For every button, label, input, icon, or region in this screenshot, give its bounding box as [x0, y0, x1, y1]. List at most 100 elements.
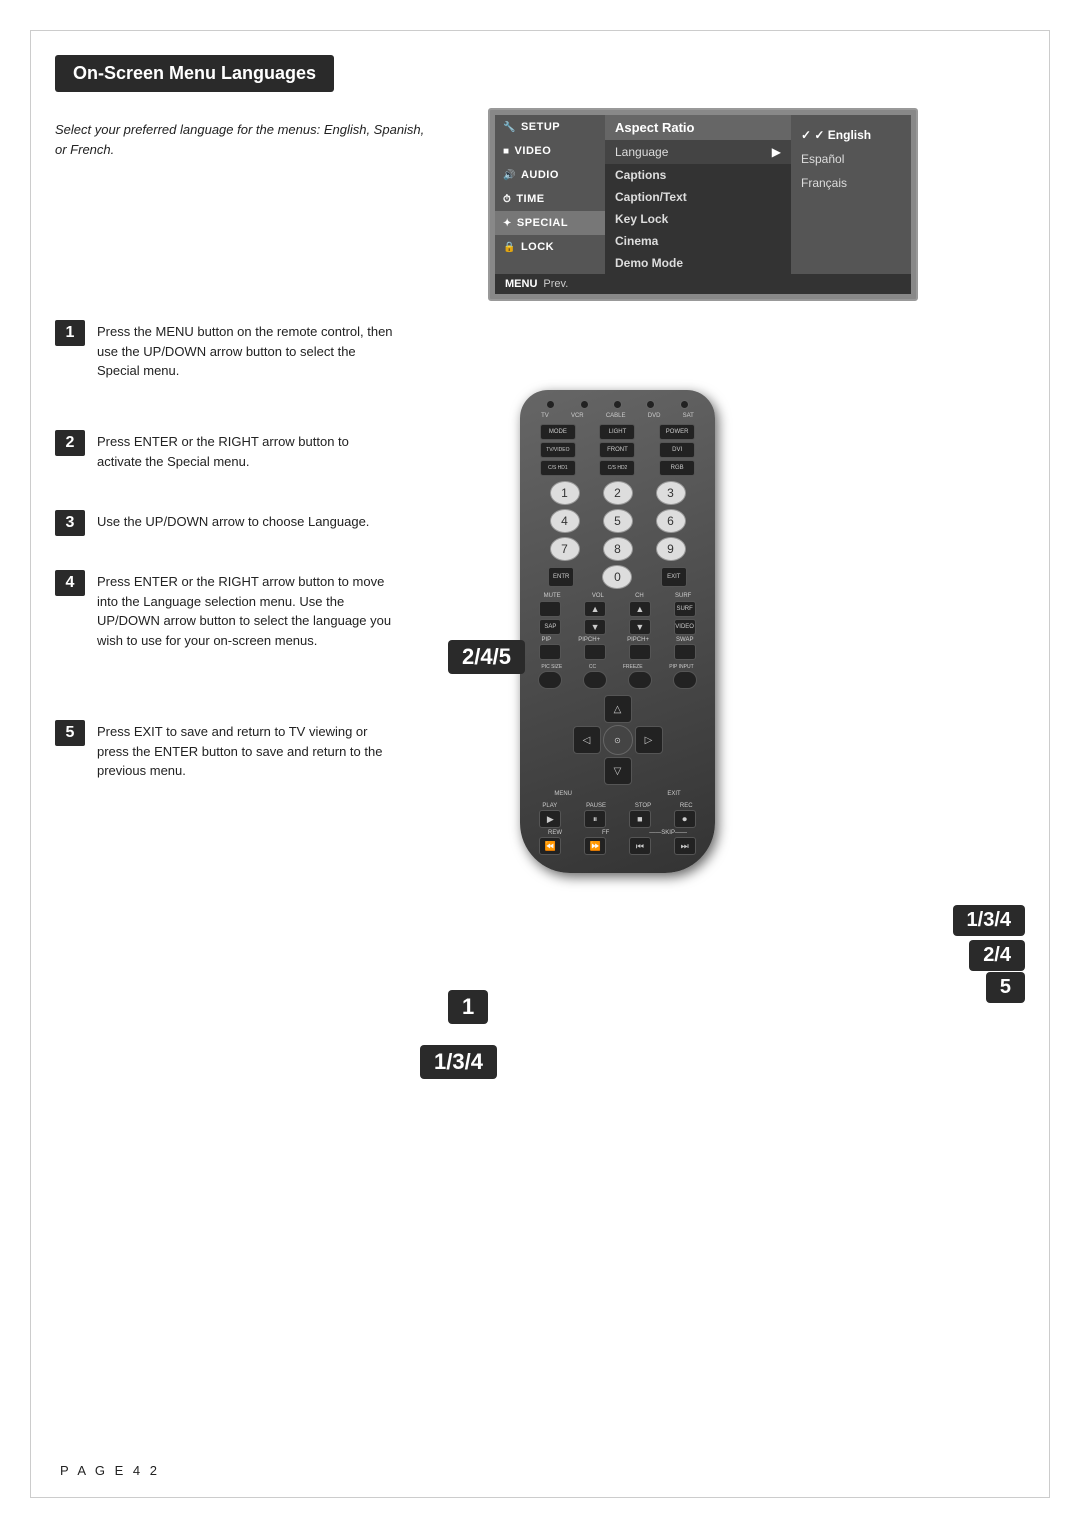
footer-prev-label: Prev. [543, 278, 568, 290]
language-label: Language [615, 145, 668, 159]
remote-cshd2-btn[interactable]: C/S HD2 [599, 460, 635, 476]
remote-pipinput-label: PIP INPUT [669, 664, 693, 670]
remote-num-1[interactable]: 1 [550, 481, 580, 505]
remote-surf-btn[interactable]: SURF [674, 601, 696, 617]
remote-down-btn[interactable]: ▽ [604, 757, 632, 785]
remote-num-3[interactable]: 3 [656, 481, 686, 505]
remote-menu-label: MENU [554, 791, 572, 797]
remote-pause-btn[interactable]: ⏸ [584, 810, 606, 828]
page-title: On-Screen Menu Languages [73, 63, 316, 83]
menu-aspect-ratio: Aspect Ratio [605, 115, 791, 140]
footer-menu-label: MENU [505, 278, 537, 290]
tv-submenu: ✓ English Español Français [791, 115, 911, 274]
remote-rec-label: REC [680, 803, 693, 809]
tv-menu-footer: MENU Prev. [495, 274, 911, 294]
remote-center-btn[interactable]: ⊙ [603, 725, 633, 755]
submenu-english: ✓ English [791, 123, 911, 147]
callout-badge-24-right: 2/4 [969, 940, 1025, 971]
remote-enter-btn[interactable]: ENTR [548, 567, 574, 587]
remote-surf-label: SURF [675, 593, 691, 599]
remote-dot-cable [613, 400, 622, 409]
remote-num-8[interactable]: 8 [603, 537, 633, 561]
menu-captions: Captions [605, 164, 791, 186]
step-5-num: 5 [55, 720, 85, 746]
remote-vol-up-btn[interactable]: ▲ [584, 601, 606, 617]
step-3-num: 3 [55, 510, 85, 536]
remote-label-tv: TV [541, 413, 549, 419]
remote-num-6[interactable]: 6 [656, 509, 686, 533]
remote-pipch2-btn[interactable] [629, 644, 651, 660]
step-5: 5 Press EXIT to save and return to TV vi… [55, 720, 397, 781]
remote-num-7[interactable]: 7 [550, 537, 580, 561]
remote-stop-btn[interactable]: ■ [629, 810, 651, 828]
remote-num-2[interactable]: 2 [603, 481, 633, 505]
remote-ch-dn-btn[interactable]: ▼ [629, 619, 651, 635]
step-5-text: Press EXIT to save and return to TV view… [97, 720, 397, 781]
remote-left-btn[interactable]: ◁ [573, 726, 601, 754]
remote-video-btn[interactable]: VIDEO [674, 619, 696, 635]
callout-badge-5-right: 5 [986, 972, 1025, 1003]
remote-mute-label: MUTE [544, 593, 561, 599]
audio-label: AUDIO [521, 169, 559, 181]
remote-exit-btn[interactable]: EXIT [661, 567, 687, 587]
remote-rew-label: REW [548, 830, 562, 836]
remote-vol-dn-btn[interactable]: ▼ [584, 619, 606, 635]
remote-pip-btn[interactable] [539, 644, 561, 660]
remote-picsize-btn[interactable] [538, 671, 562, 689]
special-icon: ✦ [503, 218, 512, 229]
remote-dot-tv [546, 400, 555, 409]
remote-pipch2-label: PIPCH+ [627, 637, 649, 643]
language-arrow: ▶ [772, 145, 781, 159]
remote-mute-btn[interactable] [539, 601, 561, 617]
lock-icon: 🔒 [503, 242, 516, 253]
remote-front-btn[interactable]: FRONT [599, 442, 635, 458]
sidebar-audio: 🔊 AUDIO [495, 163, 605, 187]
remote-label-vcr: VCR [571, 413, 584, 419]
remote-rgb-btn[interactable]: RGB [659, 460, 695, 476]
remote-ff-btn[interactable]: ⏩ [584, 837, 606, 855]
remote-up-btn[interactable]: △ [604, 695, 632, 723]
callout-badge-134-bottom: 1/3/4 [420, 1045, 497, 1079]
step-1-text: Press the MENU button on the remote cont… [97, 320, 397, 381]
remote-num-0[interactable]: 0 [602, 565, 632, 589]
remote-swap-btn[interactable] [674, 644, 696, 660]
step-4-num: 4 [55, 570, 85, 596]
audio-icon: 🔊 [503, 170, 516, 181]
remote-freeze-btn[interactable] [628, 671, 652, 689]
remote-pipinput-btn[interactable] [673, 671, 697, 689]
step-3-text: Use the UP/DOWN arrow to choose Language… [97, 510, 397, 532]
step-2: 2 Press ENTER or the RIGHT arrow button … [55, 430, 397, 471]
remote-num-9[interactable]: 9 [656, 537, 686, 561]
remote-power-btn[interactable]: POWER [659, 424, 695, 440]
sidebar-video: ■ VIDEO [495, 139, 605, 163]
menu-key-lock: Key Lock [605, 208, 791, 230]
remote-ch-up-btn[interactable]: ▲ [629, 601, 651, 617]
remote-num-4[interactable]: 4 [550, 509, 580, 533]
remote-skip-fwd-btn[interactable]: ⏭ [674, 837, 696, 855]
remote-cshd1-btn[interactable]: C/S HD1 [540, 460, 576, 476]
remote-cc-btn[interactable] [583, 671, 607, 689]
remote-dvi-btn[interactable]: DVI [659, 442, 695, 458]
remote-sap-btn[interactable]: SAP [539, 619, 561, 635]
remote-tvvideo-btn[interactable]: TV/VIDEO [540, 442, 576, 458]
sidebar-setup: 🔧 SETUP [495, 115, 605, 139]
remote-rec-btn[interactable]: ⏺ [674, 810, 696, 828]
remote-play-btn[interactable]: ▶ [539, 810, 561, 828]
remote-pipch-label: PIPCH+ [578, 637, 600, 643]
step-2-num: 2 [55, 430, 85, 456]
remote-num-5[interactable]: 5 [603, 509, 633, 533]
step-2-text: Press ENTER or the RIGHT arrow button to… [97, 430, 397, 471]
remote-light-btn[interactable]: LIGHT [599, 424, 635, 440]
callout-badge-245: 2/4/5 [448, 640, 525, 674]
remote-pipch-btn[interactable] [584, 644, 606, 660]
remote-right-btn[interactable]: ▷ [635, 726, 663, 754]
callout-badge-1: 1 [448, 990, 488, 1024]
remote-pause-label: PAUSE [586, 803, 606, 809]
remote-label-sat: SAT [683, 413, 694, 419]
remote-skip-back-btn[interactable]: ⏮ [629, 837, 651, 855]
video-icon: ■ [503, 146, 510, 157]
remote-mode-btn[interactable]: MODE [540, 424, 576, 440]
remote-rew-btn[interactable]: ⏪ [539, 837, 561, 855]
sidebar-lock: 🔒 LOCK [495, 235, 605, 259]
sidebar-time: ⏱ TIME [495, 187, 605, 211]
